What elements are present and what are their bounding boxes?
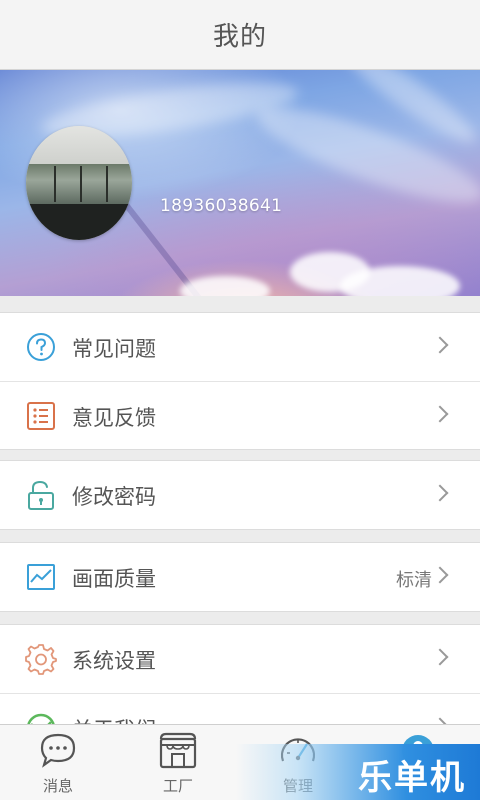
menu-item-change-password-label: 修改密码 bbox=[72, 485, 156, 509]
menu-group-video: 画面质量 标清 bbox=[0, 542, 480, 612]
watermark-text: 乐单机 bbox=[358, 758, 466, 798]
menu-item-system-settings-label: 系统设置 bbox=[72, 649, 156, 673]
tab-factory[interactable]: 工厂 bbox=[123, 725, 233, 800]
menu-group-account: 修改密码 bbox=[0, 460, 480, 530]
tab-messages-label: 消息 bbox=[42, 777, 73, 795]
menu-item-picture-quality-label: 画面质量 bbox=[72, 567, 156, 591]
menu-item-system-settings[interactable]: 系统设置 bbox=[0, 625, 480, 693]
menu-item-faq[interactable]: 常见问题 bbox=[0, 313, 480, 381]
chevron-right-icon bbox=[431, 484, 449, 502]
chevron-right-icon bbox=[431, 648, 449, 666]
cloud bbox=[180, 276, 270, 296]
line-chart-icon bbox=[27, 564, 55, 590]
watermark-logo: 乐单机 bbox=[236, 744, 480, 800]
gear-icon bbox=[25, 644, 57, 675]
menu-item-picture-quality[interactable]: 画面质量 标清 bbox=[0, 543, 480, 611]
factory-icon bbox=[159, 732, 197, 769]
phone-number: 18936038641 bbox=[160, 196, 283, 216]
title-bar: 我的 bbox=[0, 0, 480, 70]
page-title: 我的 bbox=[212, 22, 267, 52]
menu-item-feedback-label: 意见反馈 bbox=[72, 406, 156, 430]
unlock-icon bbox=[28, 480, 54, 510]
menu-item-faq-label: 常见问题 bbox=[72, 337, 156, 361]
tab-factory-label: 工厂 bbox=[162, 777, 193, 795]
chevron-right-icon bbox=[431, 566, 449, 584]
tab-messages[interactable]: 消息 bbox=[3, 725, 113, 800]
menu-group-help: 常见问题 意见反馈 bbox=[0, 312, 480, 450]
question-circle-icon bbox=[27, 333, 55, 361]
menu-item-change-password[interactable]: 修改密码 bbox=[0, 461, 480, 529]
chevron-right-icon bbox=[431, 405, 449, 423]
chat-bubble-icon bbox=[40, 733, 76, 768]
cloud bbox=[340, 266, 460, 296]
picture-quality-value: 标清 bbox=[396, 570, 432, 591]
chevron-right-icon bbox=[431, 336, 449, 354]
avatar[interactable] bbox=[26, 126, 132, 240]
list-document-icon bbox=[27, 402, 55, 430]
menu-item-feedback[interactable]: 意见反馈 bbox=[0, 381, 480, 449]
